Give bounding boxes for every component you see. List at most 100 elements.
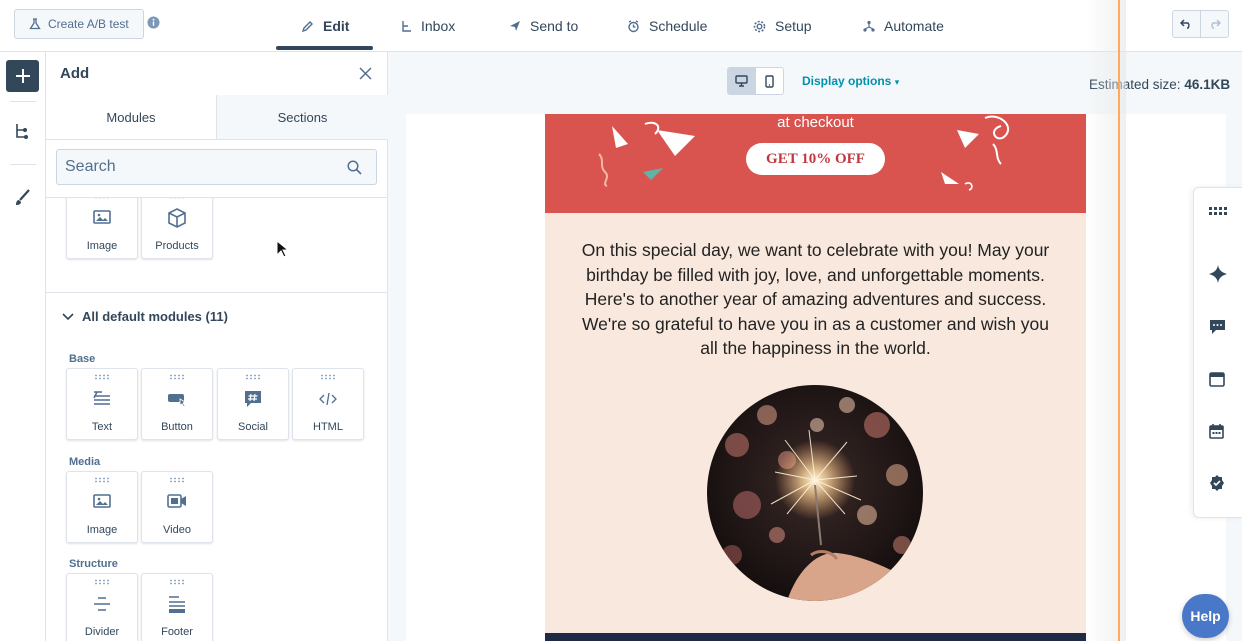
message-block[interactable]: On this special day, we want to celebrat… bbox=[545, 213, 1086, 641]
module-card-html[interactable]: HTML bbox=[292, 368, 364, 440]
drag-grip-icon bbox=[170, 198, 184, 199]
redo-button[interactable] bbox=[1200, 11, 1228, 37]
module-card-products[interactable]: Products bbox=[141, 198, 213, 259]
module-card-image-recent[interactable]: Image bbox=[66, 198, 138, 259]
tab-send-to[interactable]: Send to bbox=[481, 0, 599, 52]
tab-setup-label: Setup bbox=[775, 18, 812, 34]
module-card-divider[interactable]: Divider bbox=[66, 573, 138, 641]
module-label: Button bbox=[161, 421, 193, 433]
all-default-modules-toggle[interactable]: All default modules (11) bbox=[62, 309, 228, 324]
module-card-image[interactable]: Image bbox=[66, 471, 138, 543]
preview-window-icon[interactable] bbox=[1209, 372, 1225, 387]
checklist-icon[interactable] bbox=[1209, 475, 1225, 491]
comment-icon[interactable] bbox=[1209, 319, 1226, 335]
module-label: Image bbox=[86, 240, 118, 252]
module-search bbox=[56, 149, 377, 185]
tab-send-to-label: Send to bbox=[530, 18, 579, 34]
info-icon[interactable] bbox=[147, 16, 160, 29]
desktop-view-button[interactable] bbox=[728, 68, 756, 94]
flask-icon bbox=[29, 18, 41, 30]
tab-edit-label: Edit bbox=[323, 18, 350, 34]
rail-divider bbox=[10, 164, 36, 165]
tab-setup[interactable]: Setup bbox=[726, 0, 834, 52]
create-ab-test-label: Create A/B test bbox=[48, 17, 129, 31]
brush-icon[interactable] bbox=[14, 189, 31, 206]
top-bar: Create A/B test Edit Inbox Send to Sched… bbox=[0, 0, 1242, 52]
drag-grip-icon bbox=[95, 477, 109, 483]
desktop-icon bbox=[735, 75, 748, 87]
caret-down-icon: ▾ bbox=[894, 77, 900, 87]
device-toggle bbox=[727, 67, 784, 95]
undo-icon bbox=[1180, 19, 1193, 29]
email-body[interactable]: at checkout GET 10% OFF On this special … bbox=[545, 114, 1086, 641]
code-icon bbox=[318, 389, 338, 409]
email-footer-strip bbox=[545, 633, 1086, 641]
drag-grip-icon bbox=[170, 477, 184, 483]
tab-schedule[interactable]: Schedule bbox=[599, 0, 726, 52]
button-icon bbox=[167, 389, 187, 409]
get-discount-button[interactable]: GET 10% OFF bbox=[746, 143, 885, 175]
module-list[interactable]: Image Products All default modules (11) … bbox=[46, 197, 388, 641]
create-ab-test-button[interactable]: Create A/B test bbox=[14, 9, 144, 39]
tab-inbox-label: Inbox bbox=[421, 18, 456, 34]
drag-grip-icon bbox=[95, 579, 109, 585]
promo-banner[interactable]: at checkout GET 10% OFF bbox=[545, 114, 1086, 213]
pencil-icon bbox=[302, 20, 314, 32]
estimated-size-value: 46.1KB bbox=[1184, 77, 1231, 92]
tab-automate[interactable]: Automate bbox=[834, 0, 944, 52]
editor-nav: Edit Inbox Send to Schedule Setup Automa… bbox=[276, 0, 944, 52]
edge-fade bbox=[1086, 0, 1126, 641]
undo-button[interactable] bbox=[1173, 11, 1200, 37]
footer-icon bbox=[167, 594, 187, 614]
group-label-media: Media bbox=[69, 456, 101, 468]
module-card-video[interactable]: Video bbox=[141, 471, 213, 543]
drag-grip-icon bbox=[95, 374, 109, 380]
image-icon bbox=[92, 208, 112, 226]
calendar-icon[interactable] bbox=[1209, 424, 1224, 439]
checkout-text: at checkout bbox=[777, 114, 854, 131]
schedule-icon bbox=[627, 19, 640, 33]
rail-divider bbox=[10, 101, 36, 102]
close-panel-button[interactable] bbox=[359, 67, 372, 80]
group-label-base: Base bbox=[69, 353, 96, 365]
tab-edit[interactable]: Edit bbox=[276, 0, 373, 52]
undo-redo-group bbox=[1172, 10, 1229, 38]
tab-inbox[interactable]: Inbox bbox=[373, 0, 481, 52]
sparkler-photo[interactable] bbox=[707, 385, 923, 601]
tab-modules[interactable]: Modules bbox=[46, 95, 217, 139]
right-toolbar bbox=[1193, 187, 1242, 518]
highlight-line bbox=[1118, 0, 1120, 641]
mouse-cursor-icon bbox=[276, 240, 288, 258]
sparkle-icon[interactable] bbox=[1209, 265, 1227, 283]
search-icon[interactable] bbox=[347, 160, 362, 175]
box-icon bbox=[167, 208, 187, 228]
mobile-view-button[interactable] bbox=[756, 68, 784, 94]
display-options-dropdown[interactable]: Display options ▾ bbox=[802, 74, 899, 88]
text-icon bbox=[92, 389, 112, 409]
inbox-icon bbox=[401, 20, 412, 33]
apps-grid-icon[interactable] bbox=[1209, 207, 1228, 216]
drag-grip-icon bbox=[321, 374, 335, 380]
send-icon bbox=[509, 20, 521, 32]
module-card-footer[interactable]: Footer bbox=[141, 573, 213, 641]
search-input[interactable] bbox=[57, 150, 347, 184]
module-label: Video bbox=[163, 524, 191, 536]
module-label: Social bbox=[238, 421, 268, 433]
add-button[interactable] bbox=[6, 60, 39, 92]
panel-title: Add bbox=[60, 65, 90, 82]
group-label-structure: Structure bbox=[69, 558, 118, 570]
module-label: Products bbox=[155, 240, 199, 252]
module-label: HTML bbox=[313, 421, 343, 433]
tab-sections[interactable]: Sections bbox=[217, 95, 388, 139]
module-card-social[interactable]: Social bbox=[217, 368, 289, 440]
mobile-icon bbox=[765, 74, 774, 88]
gear-icon bbox=[753, 20, 766, 33]
video-icon bbox=[167, 492, 187, 510]
tree-icon[interactable] bbox=[14, 123, 30, 140]
module-label: Divider bbox=[84, 626, 120, 638]
module-label: Text bbox=[91, 421, 113, 433]
module-card-text[interactable]: Text bbox=[66, 368, 138, 440]
sparkler-image bbox=[707, 385, 923, 601]
help-button[interactable]: Help bbox=[1182, 594, 1229, 638]
module-card-button[interactable]: Button bbox=[141, 368, 213, 440]
